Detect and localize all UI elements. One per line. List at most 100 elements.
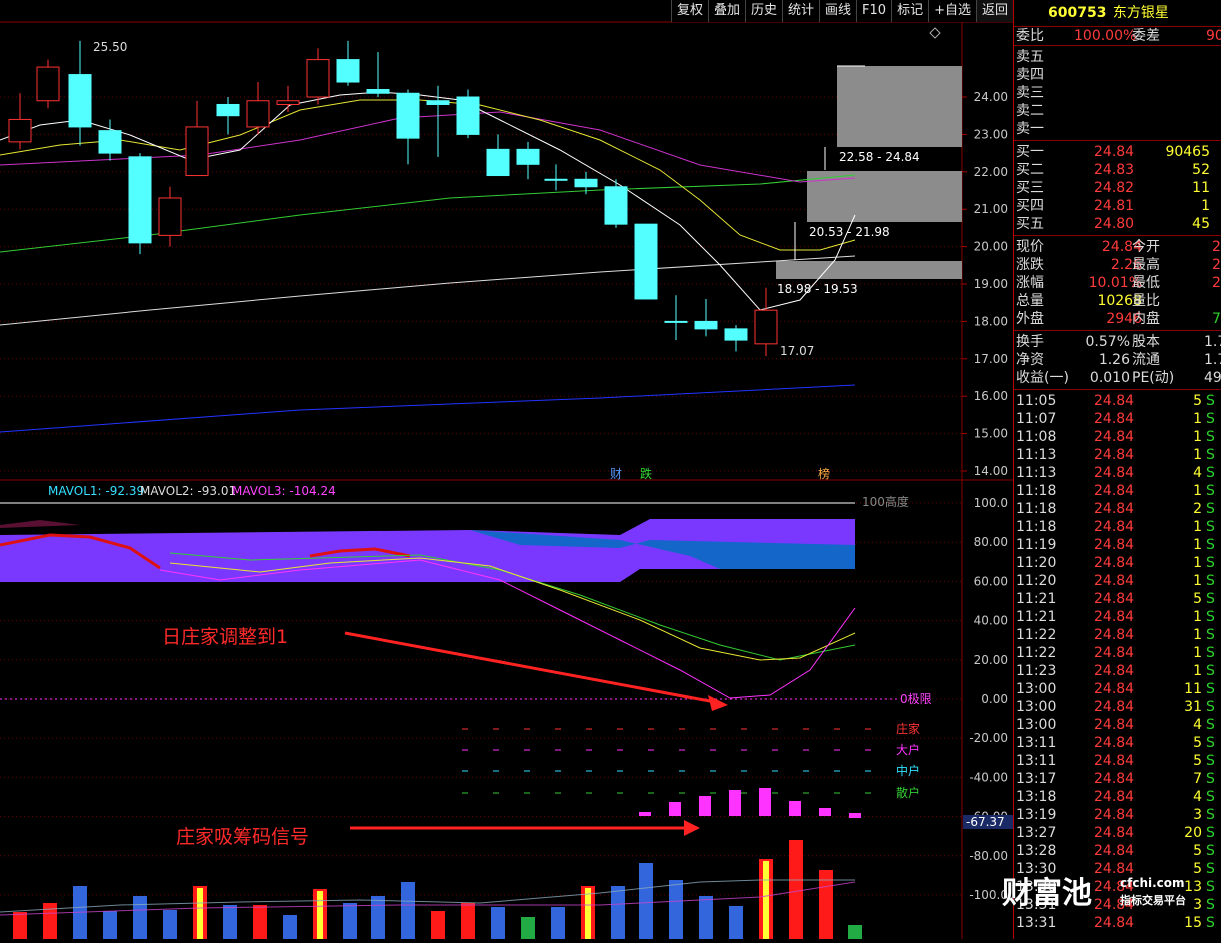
tick-side: S — [1206, 717, 1215, 733]
tick-time: 11:13 — [1016, 447, 1057, 463]
candle-body — [516, 148, 540, 165]
event-marker: 跌 — [640, 466, 652, 481]
osc-axis-label: -80.00 — [969, 849, 1008, 863]
tick-row: 11:18 24.84 2 S — [1014, 500, 1221, 518]
volume-highlight — [763, 861, 769, 939]
toolbar-back[interactable]: 返回 — [975, 0, 1013, 22]
volume-highlight — [585, 888, 591, 939]
current-value: -67.37 — [966, 815, 1005, 829]
stat-row: 总量 10268 量比 — [1014, 292, 1221, 310]
osc-axis-label: 80.00 — [974, 535, 1008, 549]
tick-row: 11:13 24.84 4 S — [1014, 464, 1221, 482]
high-label: 25.50 — [93, 40, 127, 54]
sell-row: 卖四 — [1014, 66, 1221, 84]
buy-label: 买一 — [1016, 144, 1044, 160]
buy-price: 24.81 — [1094, 198, 1135, 214]
buy-label: 买四 — [1016, 198, 1044, 214]
toolbar-tongji[interactable]: 统计 — [782, 0, 819, 22]
price-axis-label: 21.00 — [974, 202, 1008, 216]
buy-price: 24.84 — [1094, 144, 1135, 160]
tick-row: 11:20 24.84 1 S — [1014, 554, 1221, 572]
toolbar-f10[interactable]: F10 — [856, 0, 891, 22]
tick-side: S — [1206, 591, 1215, 607]
top-label: 100高度 — [862, 494, 909, 509]
tick-row: 11:07 24.84 1 S — [1014, 410, 1221, 428]
tick-side: S — [1206, 699, 1215, 715]
candle-body — [8, 118, 32, 143]
gap-box — [776, 261, 962, 279]
stock-code: 600753 — [1048, 5, 1107, 21]
candle-body — [604, 186, 628, 225]
tick-time: 13:11 — [1016, 753, 1057, 769]
toolbar-diejia[interactable]: 叠加 — [707, 0, 745, 22]
volume-bar — [371, 896, 385, 939]
accumulation-bar — [849, 813, 861, 818]
diamond-icon — [929, 27, 941, 39]
tick-volume: 5 — [1193, 735, 1202, 751]
accumulation-bar — [639, 812, 651, 816]
tick-price: 24.84 — [1094, 699, 1135, 715]
accumulation-bar — [819, 808, 831, 816]
tick-price: 24.84 — [1094, 663, 1135, 679]
tick-list[interactable]: 11:05 24.84 5 S 11:07 24.84 1 S 11:08 24.84 1 S 11:1… — [1014, 390, 1221, 932]
buy-label: 买五 — [1016, 216, 1044, 232]
volume-bar — [13, 912, 27, 939]
volume-bar — [401, 882, 415, 939]
tick-row: 11:20 24.84 1 S — [1014, 572, 1221, 590]
candle-body — [216, 103, 240, 117]
volume-bar — [133, 896, 147, 939]
volume-bar — [431, 911, 445, 939]
osc-axis-label: -40.00 — [969, 770, 1008, 784]
volume-ma — [0, 881, 856, 916]
sell-label: 卖二 — [1016, 103, 1044, 119]
stat-row: 涨跌 2.26 最高 2 — [1014, 256, 1221, 274]
price-axis-label: 15.00 — [974, 427, 1008, 441]
toolbar: 复权 叠加 历史 统计 画线 F10 标记 +自选 返回 — [670, 0, 1013, 22]
gap-box — [807, 171, 962, 222]
volume-ma — [0, 879, 855, 913]
tick-time: 11:21 — [1016, 591, 1057, 607]
kline-chart[interactable]: 24.00 23.00 22.00 21.00 20.00 19.00 18.00 17.00… — [0, 0, 1013, 939]
chart-area[interactable]: 24.00 23.00 22.00 21.00 20.00 19.00 18.00 17.00… — [0, 0, 1013, 939]
volume-bar — [639, 863, 653, 939]
tick-time: 11:21 — [1016, 609, 1057, 625]
tick-volume: 5 — [1193, 753, 1202, 769]
ma-line — [0, 255, 856, 326]
osc-axis-label: 0.00 — [981, 692, 1008, 706]
stat-label: 今开 — [1132, 239, 1160, 255]
toolbar-zixuan[interactable]: +自选 — [928, 0, 976, 22]
tick-side: S — [1206, 447, 1215, 463]
toolbar-lishi[interactable]: 历史 — [744, 0, 782, 22]
tick-price: 24.84 — [1094, 645, 1135, 661]
tick-row: 11:05 24.84 5 S — [1014, 392, 1221, 410]
tick-volume: 1 — [1193, 627, 1202, 643]
volume-bar — [283, 915, 297, 939]
tick-volume: 7 — [1193, 771, 1202, 787]
tick-time: 13:31 — [1016, 915, 1057, 931]
volume-bar — [729, 906, 743, 939]
tick-volume: 1 — [1193, 519, 1202, 535]
stat-label: 股本 — [1132, 334, 1160, 350]
tick-time: 11:07 — [1016, 411, 1057, 427]
stat-label: 收益(一) — [1016, 370, 1069, 386]
tick-row: 11:21 24.84 1 S — [1014, 608, 1221, 626]
toolbar-huaxian[interactable]: 画线 — [819, 0, 856, 22]
candle-body — [276, 100, 300, 105]
toolbar-fuquan[interactable]: 复权 — [670, 0, 708, 22]
tick-price: 24.84 — [1094, 519, 1135, 535]
level-label: 庄家 — [896, 721, 920, 736]
tick-row: 13:19 24.84 3 S — [1014, 806, 1221, 824]
tick-time: 11:23 — [1016, 663, 1057, 679]
stat-value: 1.7 — [1204, 334, 1221, 350]
tick-price: 24.84 — [1094, 537, 1135, 553]
tick-volume: 1 — [1193, 573, 1202, 589]
tick-side: S — [1206, 825, 1215, 841]
tick-side: S — [1206, 753, 1215, 769]
tick-price: 24.84 — [1094, 735, 1135, 751]
stock-header: 600753 东方银星 — [1014, 0, 1221, 27]
toolbar-biaoji[interactable]: 标记 — [891, 0, 928, 22]
stat-value: 2 — [1212, 239, 1221, 255]
candle-body — [98, 130, 122, 154]
tick-volume: 1 — [1193, 537, 1202, 553]
osc-axis-label: 60.00 — [974, 574, 1008, 588]
